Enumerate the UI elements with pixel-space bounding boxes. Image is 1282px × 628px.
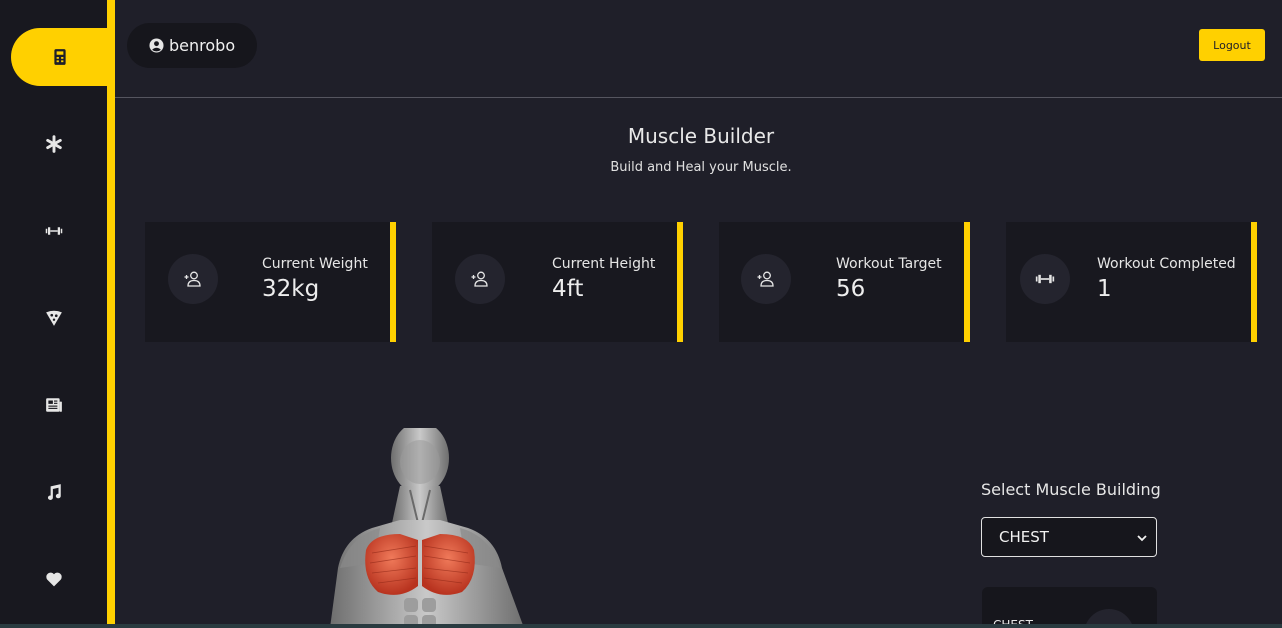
muscle-anatomy-figure xyxy=(330,428,524,628)
sidebar xyxy=(0,0,109,628)
asterisk-icon xyxy=(45,135,62,153)
stat-value: 1 xyxy=(1097,276,1112,302)
sidebar-item-favorites[interactable] xyxy=(0,550,107,608)
stat-label: Current Weight xyxy=(262,256,368,272)
exercise-card[interactable]: CHEST xyxy=(982,587,1157,628)
stat-label: Workout Completed xyxy=(1097,256,1236,272)
heart-icon xyxy=(45,572,62,587)
sidebar-item-diet[interactable] xyxy=(0,289,107,347)
header-divider xyxy=(115,97,1282,98)
chevron-down-icon xyxy=(1137,535,1147,542)
muscle-select-label: Select Muscle Building xyxy=(981,480,1161,499)
page-title: Muscle Builder xyxy=(627,124,775,148)
user-plus-icon xyxy=(184,271,201,287)
stat-card-height: Current Height 4ft xyxy=(432,222,683,342)
stat-icon-circle xyxy=(1020,254,1070,304)
dumbbell-icon xyxy=(45,227,62,235)
sidebar-item-music[interactable] xyxy=(0,463,107,521)
stat-label: Current Height xyxy=(552,256,656,272)
stat-value: 56 xyxy=(836,276,866,302)
newspaper-icon xyxy=(45,398,62,412)
sidebar-item-workouts[interactable] xyxy=(0,202,107,260)
user-profile-pill[interactable]: benrobo xyxy=(127,23,257,68)
sidebar-item-calculator[interactable] xyxy=(11,28,109,86)
sidebar-item-news[interactable] xyxy=(0,376,107,434)
user-plus-icon xyxy=(471,271,488,287)
pizza-icon xyxy=(45,310,62,326)
music-icon xyxy=(47,484,61,500)
stat-icon-circle xyxy=(455,254,505,304)
muscle-select[interactable]: CHEST xyxy=(981,517,1157,557)
stat-icon-circle xyxy=(168,254,218,304)
stat-icon-circle xyxy=(741,254,791,304)
sidebar-accent-rail xyxy=(107,0,115,628)
bottom-border xyxy=(0,624,1282,628)
dumbbell-icon xyxy=(1035,274,1055,284)
username: benrobo xyxy=(169,36,236,55)
calculator-icon xyxy=(54,49,66,65)
user-circle-icon xyxy=(149,38,164,53)
sidebar-item-asterisk[interactable] xyxy=(0,115,107,173)
logout-button[interactable]: Logout xyxy=(1199,29,1265,61)
stat-label: Workout Target xyxy=(836,256,942,272)
stat-card-completed: Workout Completed 1 xyxy=(1006,222,1257,342)
stat-value: 4ft xyxy=(552,276,584,302)
stat-card-target: Workout Target 56 xyxy=(719,222,970,342)
stat-value: 32kg xyxy=(262,276,320,302)
muscle-select-value: CHEST xyxy=(999,528,1049,546)
user-plus-icon xyxy=(757,271,774,287)
page-subtitle: Build and Heal your Muscle. xyxy=(610,160,792,175)
stat-card-weight: Current Weight 32kg xyxy=(145,222,396,342)
